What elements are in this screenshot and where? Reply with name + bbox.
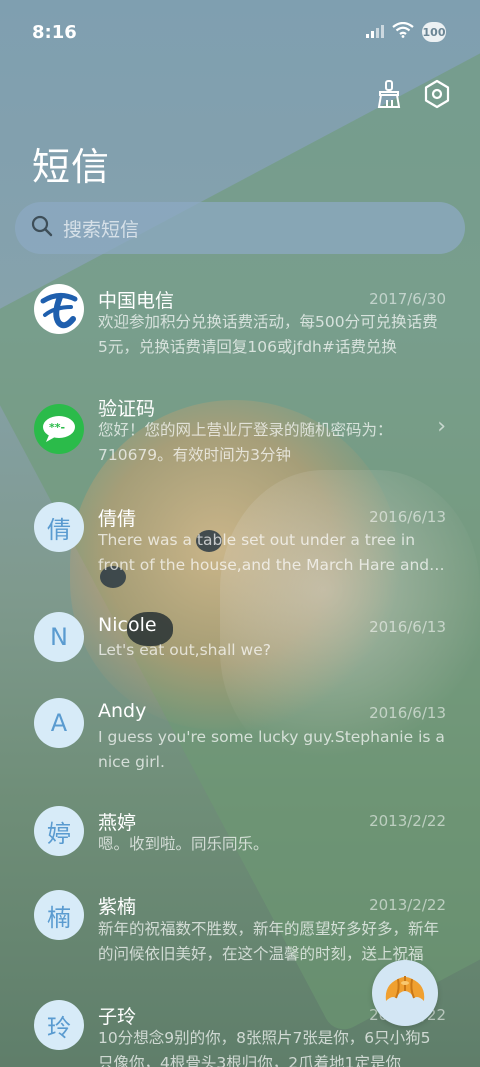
croissant-icon — [382, 971, 428, 1015]
message-date: 2016/6/13 — [369, 508, 446, 526]
message-preview: 10分想念9别的你，8张照片7张是你，6只小狗5只像你，4根骨头3根归你，2爪着… — [98, 1029, 431, 1067]
page-title: 短信 — [32, 145, 111, 189]
avatar: 楠 — [34, 890, 84, 940]
message-preview: 欢迎参加积分兑换话费活动，每500分可兑换话费5元，兑换话费请回复106或jfd… — [98, 313, 438, 356]
svg-text:**-: **- — [49, 421, 65, 434]
message-date: 2013/2/22 — [369, 896, 446, 914]
search-placeholder: 搜索短信 — [63, 218, 140, 241]
status-bar: 8:16 100 — [0, 0, 480, 64]
message-date: 2016/6/13 — [369, 618, 446, 636]
message-preview: 嗯。收到啦。同乐同乐。 — [98, 835, 269, 853]
avatar: A — [34, 698, 84, 748]
signal-icon — [366, 23, 384, 42]
message-preview: 新年的祝福数不胜数，新年的愿望好多好多，新年的问候依旧美好，在这个温馨的时刻，送… — [98, 920, 440, 963]
search-icon — [31, 215, 53, 241]
message-preview: I guess you're some lucky guy.Stephanie … — [98, 728, 445, 771]
conversation-item[interactable]: 婷 燕婷 2013/2/22 嗯。收到啦。同乐同乐。 — [0, 792, 480, 886]
search-bar[interactable]: 搜索短信 — [15, 202, 465, 254]
contact-name: 中国电信 — [98, 290, 175, 312]
china-telecom-logo-icon — [34, 284, 84, 334]
status-icons: 100 — [366, 21, 446, 42]
conversation-item[interactable]: 中国电信 2017/6/30 欢迎参加积分兑换话费活动，每500分可兑换话费5元… — [0, 266, 480, 376]
message-date: 2016/6/13 — [369, 704, 446, 722]
broom-icon[interactable] — [374, 78, 404, 110]
conversation-item[interactable]: 倩 倩倩 2016/6/13 There was a table set out… — [0, 486, 480, 596]
contact-name: 验证码 — [98, 398, 156, 420]
avatar: 玲 — [34, 1000, 84, 1050]
header-actions — [374, 78, 452, 110]
message-date: 2017/6/30 — [369, 290, 446, 308]
message-preview: 您好！您的网上营业厅登录的随机密码为：710679。有效时间为3分钟 — [98, 421, 393, 464]
message-date: 2013/2/22 — [369, 812, 446, 830]
battery-icon: 100 — [422, 22, 446, 42]
avatar: 婷 — [34, 806, 84, 856]
conversation-item[interactable]: N Nicole 2016/6/13 Let's eat out,shall w… — [0, 596, 480, 682]
contact-name: Andy — [98, 700, 147, 722]
contact-name: 倩倩 — [98, 508, 137, 530]
message-preview: Let's eat out,shall we? — [98, 641, 271, 659]
message-preview: There was a table set out under a tree i… — [98, 531, 430, 574]
wifi-icon — [392, 21, 414, 42]
contact-name: 紫楠 — [98, 896, 137, 918]
contact-name: Nicole — [98, 614, 157, 636]
floating-action-button[interactable] — [372, 960, 438, 1026]
status-time: 8:16 — [32, 22, 77, 43]
conversation-item[interactable]: **- 验证码 您好！您的网上营业厅登录的随机密码为：710679。有效时间为3… — [0, 376, 480, 486]
avatar: 倩 — [34, 502, 84, 552]
contact-name: 子玲 — [98, 1006, 137, 1028]
settings-hexagon-icon[interactable] — [422, 78, 452, 110]
chevron-right-icon: › — [437, 414, 446, 439]
avatar: N — [34, 612, 84, 662]
conversation-item[interactable]: A Andy 2016/6/13 I guess you're some luc… — [0, 682, 480, 792]
contact-name: 燕婷 — [98, 812, 137, 834]
sms-code-bubble-icon: **- — [34, 404, 84, 454]
